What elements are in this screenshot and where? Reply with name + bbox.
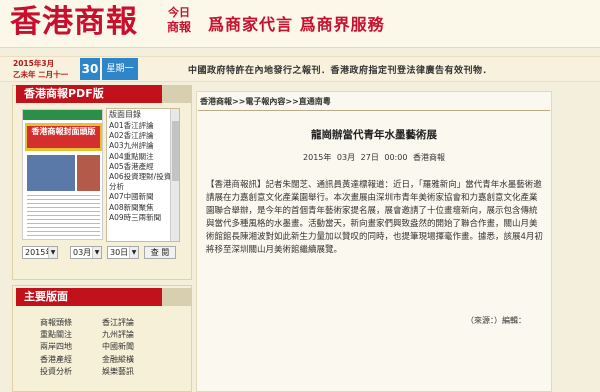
- thumb-text-columns: [27, 195, 100, 237]
- pdf-list-scrollbar[interactable]: [170, 109, 179, 241]
- pdf-page-list[interactable]: 版面目錄 A01香江評論 A02香江評論 A03九州評論 A04重點關注 A05…: [106, 108, 180, 242]
- section-row: 重點關注 九州評論: [40, 329, 180, 341]
- section-link[interactable]: 金融縱橫: [102, 354, 164, 366]
- logo-subtitle: 今日 商報: [162, 6, 196, 34]
- site-slogan: 爲商家代言 爲商界服務: [208, 15, 385, 34]
- month-select[interactable]: 03月 ▼: [70, 246, 102, 259]
- section-row: 香港產經 金融縱橫: [40, 354, 180, 366]
- section-row: 商報頭條 香江評論: [40, 317, 180, 329]
- chevron-down-icon: ▼: [92, 247, 101, 258]
- article-title: 龍崗辦當代青年水墨藝術展: [311, 129, 437, 141]
- section-link[interactable]: 投資分析: [40, 366, 102, 378]
- section-link[interactable]: 娛樂藝訊: [102, 366, 164, 378]
- pdf-panel-title: 香港商報PDF版: [16, 85, 192, 103]
- pdf-list-item[interactable]: A05香港產經: [107, 162, 179, 172]
- pdf-front-page-thumbnail[interactable]: 香港商報封面頭版: [22, 109, 103, 240]
- section-link[interactable]: 九州評論: [102, 329, 164, 341]
- pdf-list-item[interactable]: A09時三兩新聞: [107, 213, 179, 223]
- year-select[interactable]: 2015年 ▼: [22, 246, 58, 259]
- section-link[interactable]: 商報頭條: [40, 317, 102, 329]
- thumb-headline: 香港商報封面頭版: [27, 126, 100, 148]
- chevron-down-icon: ▼: [48, 247, 57, 258]
- section-row: 兩岸四地 中國新聞: [40, 341, 180, 353]
- pdf-list-item[interactable]: A03九州評論: [107, 141, 179, 151]
- section-row: 投資分析 娛樂藝訊: [40, 366, 180, 378]
- pdf-list-item[interactable]: A02香江評論: [107, 131, 179, 141]
- article-meta: 2015年 03月 27日 00:00 香港商報: [303, 153, 445, 162]
- news-ticker: 中國政府特許在內地發行之報刊．香港政府指定刊登法律廣告有效刊物．: [188, 66, 493, 76]
- day-number: 30: [80, 58, 100, 80]
- breadcrumb-divider: [198, 110, 550, 111]
- pdf-list-item[interactable]: A01香江評論: [107, 121, 179, 131]
- weekday: 星期一: [102, 58, 138, 80]
- section-link[interactable]: 中國新聞: [102, 341, 164, 353]
- main-sections-title: 主要版面: [16, 288, 192, 306]
- pdf-list-item[interactable]: A07中國新聞: [107, 192, 179, 202]
- article-paragraph: 【香港商報訊】記者朱闊芝、通訊員黃達標報道：近日，「羅雅新向」當代青年水墨藝術邀…: [206, 180, 543, 255]
- logo-sub-bottom: 商報: [166, 20, 191, 34]
- section-link[interactable]: 兩岸四地: [40, 341, 102, 353]
- article-body: 【香港商報訊】記者朱闊芝、通訊員黃達標報道：近日，「羅雅新向」當代青年水墨藝術邀…: [206, 179, 544, 257]
- section-link[interactable]: 香港產經: [40, 354, 102, 366]
- site-logo[interactable]: 香港商報: [10, 4, 138, 40]
- pdf-list-item[interactable]: A06投資理財/投資: [107, 172, 179, 182]
- pdf-list-item[interactable]: A04重點關注: [107, 152, 179, 162]
- pdf-list-header: 版面目錄: [109, 110, 141, 119]
- chevron-down-icon: ▼: [129, 247, 138, 258]
- day-select[interactable]: 30日 ▼: [107, 246, 139, 259]
- pdf-list-item[interactable]: 分析: [107, 182, 179, 192]
- date-block: 2015年3月 乙未年 二月十一: [10, 58, 78, 80]
- month-select-value: 03月: [73, 248, 92, 257]
- article-footer: （來源：）編輯：: [466, 316, 526, 325]
- scrollbar-thumb[interactable]: [172, 121, 179, 181]
- main-sections-grid: 商報頭條 香江評論 重點關注 九州評論 兩岸四地 中國新聞 香港產經 金融縱橫 投資分析…: [40, 317, 180, 378]
- section-link[interactable]: 香江評論: [102, 317, 164, 329]
- day-select-value: 30日: [110, 248, 129, 257]
- thumb-photo: [27, 155, 75, 191]
- logo-sub-top: 今日: [168, 6, 190, 19]
- gregorian-date: 2015年3月: [13, 59, 55, 68]
- section-link[interactable]: 重點關注: [40, 329, 102, 341]
- pdf-list-item[interactable]: A08新聞聚焦: [107, 203, 179, 213]
- view-button[interactable]: 查 閱: [144, 246, 176, 259]
- thumb-photo-secondary: [77, 155, 100, 191]
- breadcrumb[interactable]: 香港商報>>電子報內容>>直通南粵: [200, 96, 331, 107]
- lunar-date: 乙未年 二月十一: [13, 70, 69, 79]
- thumb-band: [23, 110, 102, 120]
